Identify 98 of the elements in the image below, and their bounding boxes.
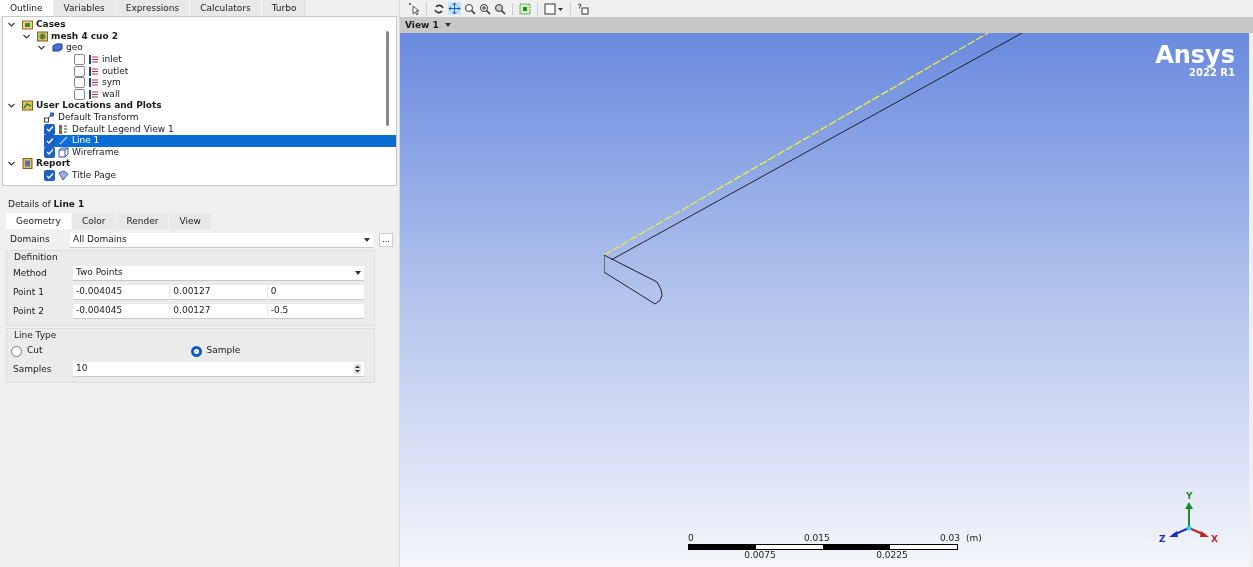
chevron-down-icon[interactable] xyxy=(7,20,16,30)
rotate-icon[interactable] xyxy=(433,2,445,15)
view-selector[interactable]: View 1 xyxy=(405,20,451,30)
wireframe-icon xyxy=(58,146,69,158)
radio-label: Cut xyxy=(27,344,43,358)
checkbox[interactable] xyxy=(44,146,55,158)
tree-item[interactable]: inlet xyxy=(102,55,122,65)
group-title: Line Type xyxy=(13,329,58,341)
scrollbar[interactable] xyxy=(386,31,389,126)
boundary-icon xyxy=(88,77,99,89)
scale-label: 0.0225 xyxy=(876,550,908,561)
tab[interactable]: Render xyxy=(115,213,169,229)
chevron-down-icon[interactable] xyxy=(7,101,16,111)
tab[interactable]: Geometry xyxy=(6,213,71,229)
checkbox[interactable] xyxy=(74,88,85,100)
tree-item[interactable]: Default Transform xyxy=(58,113,139,123)
radio-label: Sample xyxy=(206,344,241,358)
input-field[interactable]: 0.00127 xyxy=(170,304,267,319)
browse-button[interactable]: ... xyxy=(379,233,393,247)
pan-icon[interactable] xyxy=(448,2,461,15)
tree-item[interactable]: Title Page xyxy=(72,171,116,180)
tab[interactable]: View xyxy=(168,213,211,229)
tree-item[interactable]: mesh 4 cuo 2 xyxy=(51,31,119,41)
radio-button[interactable] xyxy=(190,345,202,357)
tree-item[interactable]: Report xyxy=(36,159,71,169)
details-title: Details of Line 1 xyxy=(7,199,86,209)
tree-item[interactable]: outlet xyxy=(102,66,129,76)
input-field[interactable]: -0.004045 xyxy=(73,304,170,319)
line-icon xyxy=(58,135,69,147)
viewport-layout-icon[interactable] xyxy=(544,2,564,15)
input-field[interactable]: -0.004045 xyxy=(73,285,170,300)
tree-item[interactable]: geo xyxy=(66,43,83,53)
tree-item[interactable]: Cases xyxy=(36,20,66,30)
radio-button[interactable] xyxy=(11,345,22,357)
mesh-icon xyxy=(37,30,48,42)
field-label: Point 1 xyxy=(12,285,45,299)
scale-label: 0 xyxy=(688,533,694,544)
zoom-icon[interactable] xyxy=(464,2,476,15)
dropdown[interactable]: Two Points xyxy=(73,266,364,281)
zoom-in-icon[interactable] xyxy=(479,2,491,15)
field-label: Method xyxy=(12,266,48,280)
tab[interactable]: Color xyxy=(70,213,116,229)
field-label: Point 2 xyxy=(12,304,45,318)
field-label: Domains xyxy=(9,233,51,247)
spin-box[interactable]: 10 xyxy=(73,362,364,377)
group-title: Definition xyxy=(13,251,59,263)
checkbox[interactable] xyxy=(44,170,55,181)
checkbox[interactable] xyxy=(44,135,55,147)
pointer-icon[interactable] xyxy=(408,2,420,15)
plots-icon xyxy=(22,100,33,112)
axis-label: X xyxy=(1211,533,1218,546)
boundary-icon xyxy=(88,54,99,66)
checkbox[interactable] xyxy=(74,65,85,77)
caret-icon xyxy=(364,237,370,242)
checkbox[interactable] xyxy=(74,54,85,66)
caret-icon xyxy=(444,23,451,27)
tree-item[interactable]: Line 1 xyxy=(72,136,100,146)
tree-item[interactable]: User Locations and Plots xyxy=(36,101,162,111)
field-label: Samples xyxy=(12,362,53,376)
logo: Ansys xyxy=(1155,43,1235,67)
report-icon xyxy=(22,158,33,170)
checkbox[interactable] xyxy=(74,77,85,89)
block-icon xyxy=(52,42,63,54)
fit-view-icon[interactable] xyxy=(519,2,531,15)
axis-label: Z xyxy=(1159,533,1166,546)
version-label: 2022 R1 xyxy=(1189,67,1235,79)
legend-icon xyxy=(58,123,69,135)
transform-icon xyxy=(44,112,55,124)
tree-item[interactable]: wall xyxy=(102,89,120,99)
chevron-down-icon[interactable] xyxy=(7,159,16,169)
checkbox[interactable] xyxy=(44,123,55,135)
caret-icon xyxy=(355,271,361,275)
tab[interactable]: Outline xyxy=(0,0,53,16)
tab[interactable]: Calculators xyxy=(189,0,261,16)
input-field[interactable]: 0 xyxy=(267,285,364,300)
axis-label: Y xyxy=(1186,490,1193,503)
spinner-arrows-icon xyxy=(354,364,361,374)
folder-icon xyxy=(22,19,33,31)
tree-item[interactable]: Default Legend View 1 xyxy=(72,124,174,134)
axis-triad-drawing xyxy=(1167,501,1211,539)
help-icon[interactable] xyxy=(577,2,589,15)
boundary-icon xyxy=(88,88,99,100)
boundary-icon xyxy=(88,65,99,77)
tab[interactable]: Variables xyxy=(52,0,115,16)
page-icon xyxy=(58,170,69,181)
tree-item[interactable]: sym xyxy=(102,78,121,88)
tab[interactable]: Expressions xyxy=(114,0,190,16)
zoom-box-icon[interactable] xyxy=(494,2,506,15)
tree-item[interactable]: Wireframe xyxy=(72,147,119,157)
scale-unit: (m) xyxy=(966,533,982,544)
scale-label: 0.0075 xyxy=(744,550,776,561)
dropdown[interactable]: All Domains xyxy=(70,232,373,248)
input-field[interactable]: -0.5 xyxy=(267,304,364,319)
scale-label: 0.03 xyxy=(939,533,960,544)
tab[interactable]: Turbo xyxy=(260,0,307,16)
scale-label: 0.015 xyxy=(803,533,830,544)
input-field[interactable]: 0.00127 xyxy=(170,285,267,300)
chevron-down-icon[interactable] xyxy=(37,43,46,53)
